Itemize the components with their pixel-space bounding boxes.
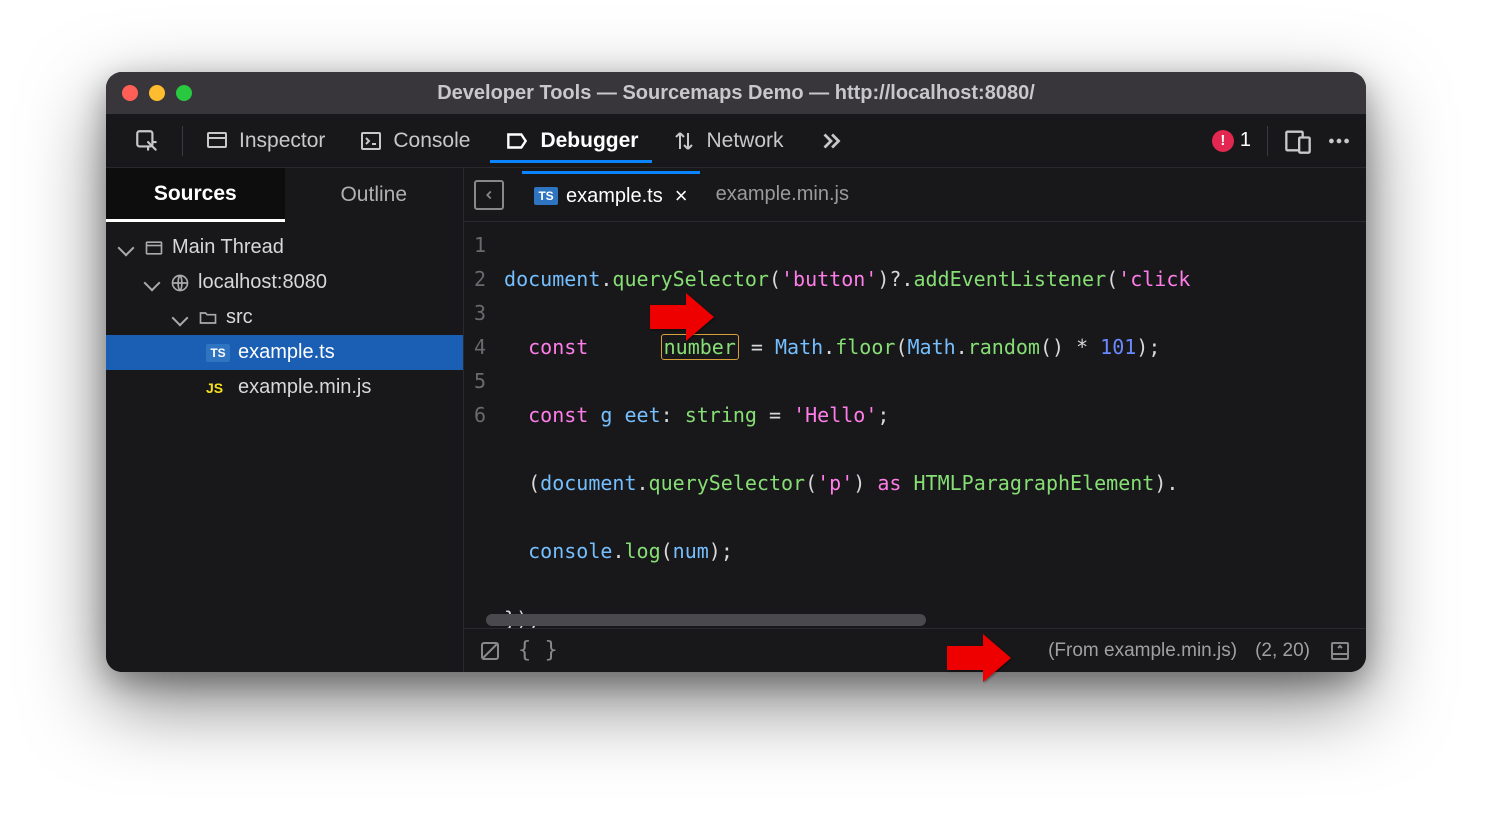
sidebar-tabs: Sources Outline (106, 168, 463, 222)
code-editor[interactable]: 123456 document.querySelector('button')?… (464, 222, 1366, 628)
traffic-lights (122, 85, 192, 101)
separator (182, 126, 183, 156)
console-tab[interactable]: Console (345, 121, 484, 161)
debugger-icon (504, 128, 530, 154)
tab-sources-label: Sources (154, 182, 237, 206)
overflow-tabs-button[interactable] (804, 120, 858, 162)
horizontal-scrollbar[interactable] (486, 614, 926, 626)
tab-outline-label: Outline (340, 183, 407, 207)
js-file-icon: JS (206, 380, 230, 396)
network-icon (672, 129, 696, 153)
editor-tab-background[interactable]: example.min.js (704, 177, 861, 212)
meatballs-menu-icon[interactable] (1326, 128, 1352, 154)
editor-area: TS example.ts × example.min.js 123456 do… (464, 168, 1366, 672)
chevron-down-icon (172, 309, 189, 326)
chevron-down-icon (144, 274, 161, 291)
toolbar: Inspector Console Debugger Network (106, 114, 1366, 168)
folder-icon (198, 308, 218, 328)
debugger-label: Debugger (540, 129, 638, 153)
tree-file-example-ts[interactable]: TS example.ts (106, 335, 463, 370)
network-label: Network (706, 129, 783, 153)
code-line: const num: number = Math.floor(Math.rand… (504, 330, 1366, 364)
separator (1267, 126, 1268, 156)
inspector-tab[interactable]: Inspector (191, 121, 339, 161)
sourcemap-origin: (From example.min.js) (1048, 640, 1237, 662)
inspector-label: Inspector (239, 129, 325, 153)
active-tab-underline (490, 160, 652, 163)
toggle-left-pane-button[interactable] (474, 180, 504, 210)
element-picker-button[interactable] (120, 120, 174, 162)
tree-label: example.min.js (238, 376, 371, 399)
editor-tabs: TS example.ts × example.min.js (464, 168, 1366, 222)
code-line: (document.querySelector('p') as HTMLPara… (504, 466, 1366, 500)
sidebar: Sources Outline Main Thread localhost:80… (106, 168, 464, 672)
window-title: Developer Tools — Sourcemaps Demo — http… (106, 82, 1366, 105)
code-line: console.log(num); (504, 534, 1366, 568)
console-icon (359, 129, 383, 153)
blackbox-icon[interactable] (478, 639, 502, 663)
tree-label: example.ts (238, 341, 335, 364)
cursor-position: (2, 20) (1255, 640, 1310, 662)
tree-label: localhost:8080 (198, 271, 327, 294)
source-tree: Main Thread localhost:8080 src TS exampl… (106, 222, 463, 413)
tab-sources[interactable]: Sources (106, 168, 285, 222)
tree-label: Main Thread (172, 236, 284, 259)
devtools-window: Developer Tools — Sourcemaps Demo — http… (106, 72, 1366, 672)
type-highlight: number (661, 334, 739, 360)
editor-tab-label: example.ts (566, 185, 663, 208)
pretty-print-button[interactable]: { } (518, 638, 558, 663)
code-line: document.querySelector('button')?.addEve… (504, 262, 1366, 296)
editor-tab-active[interactable]: TS example.ts × (522, 171, 700, 215)
ts-file-icon: TS (534, 187, 558, 205)
code-line: const greet: string = 'Hello'; (504, 398, 1366, 432)
close-icon[interactable] (122, 85, 138, 101)
titlebar: Developer Tools — Sourcemaps Demo — http… (106, 72, 1366, 114)
content: Sources Outline Main Thread localhost:80… (106, 168, 1366, 672)
close-tab-icon[interactable]: × (675, 183, 688, 209)
tree-folder-src[interactable]: src (106, 300, 463, 335)
maximize-icon[interactable] (176, 85, 192, 101)
error-icon: ! (1212, 130, 1234, 152)
editor-tab-label: example.min.js (716, 183, 849, 206)
code-lines: document.querySelector('button')?.addEve… (500, 222, 1366, 628)
tree-file-example-min-js[interactable]: JS example.min.js (106, 370, 463, 405)
network-tab[interactable]: Network (658, 121, 797, 161)
tree-label: src (226, 306, 253, 329)
window-icon (144, 238, 164, 258)
debugger-tab[interactable]: Debugger (490, 120, 652, 162)
minimize-icon[interactable] (149, 85, 165, 101)
tree-main-thread[interactable]: Main Thread (106, 230, 463, 265)
chevron-down-icon (118, 239, 135, 256)
inspector-icon (205, 129, 229, 153)
element-picker-icon (134, 128, 160, 154)
ts-file-icon: TS (206, 344, 230, 362)
chevron-double-right-icon (818, 128, 844, 154)
toggle-bottom-pane-icon[interactable] (1328, 639, 1352, 663)
error-badge[interactable]: ! 1 (1212, 129, 1251, 152)
error-count: 1 (1240, 129, 1251, 152)
responsive-design-button[interactable] (1284, 127, 1312, 155)
status-bar: { } (From example.min.js) (2, 20) (464, 628, 1366, 672)
console-label: Console (393, 129, 470, 153)
tab-outline[interactable]: Outline (285, 168, 464, 222)
tree-host[interactable]: localhost:8080 (106, 265, 463, 300)
line-gutter: 123456 (464, 222, 500, 628)
globe-icon (170, 273, 190, 293)
